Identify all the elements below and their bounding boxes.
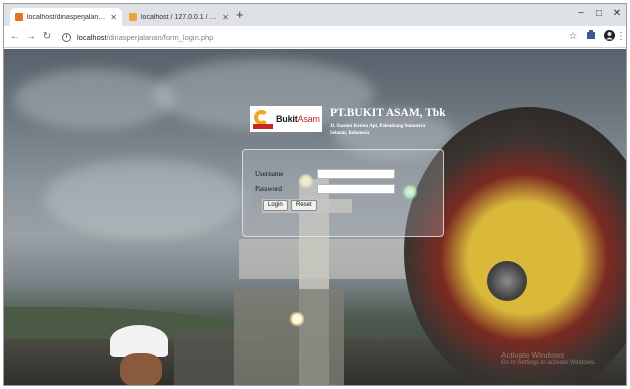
cloud <box>14 69 174 129</box>
bukit-asam-logo-icon <box>253 109 273 129</box>
excavator-body <box>239 239 409 279</box>
bukit-asam-logo: BukitAsam <box>250 106 322 132</box>
username-field[interactable] <box>317 169 395 179</box>
address-bar[interactable]: i localhost/dinasperjalanan/form_login.p… <box>62 29 564 45</box>
tab-strip: localhost/dinasperjalanan/form_ ✕ localh… <box>4 4 626 26</box>
activate-windows-watermark: Activate Windows Go to Settings to activ… <box>501 351 596 366</box>
login-button[interactable]: Login <box>263 200 288 211</box>
page-viewport: BukitAsam PT.BUKIT ASAM, Tbk Jl. Stasiun… <box>4 49 626 385</box>
star-icon[interactable]: ☆ <box>566 30 580 44</box>
bucket-wheel-hub <box>487 261 527 301</box>
watermark-subtitle: Go to Settings to activate Windows. <box>501 360 596 366</box>
url-host: localhost <box>77 32 107 42</box>
close-icon[interactable]: ✕ <box>222 13 229 22</box>
minimize-button[interactable]: − <box>572 7 590 21</box>
username-label: Username <box>255 170 284 178</box>
light-glow <box>289 311 305 327</box>
company-address: Jl. Stasiun Kereta Api, Palembang Sumate… <box>330 124 426 136</box>
watermark-title: Activate Windows <box>501 351 565 360</box>
reset-button[interactable]: Reset <box>291 200 317 211</box>
info-icon[interactable]: i <box>62 32 71 42</box>
tab-title: localhost / 127.0.0.1 / suratpdi <box>141 13 218 21</box>
company-name: PT.BUKIT ASAM, Tbk <box>330 107 446 119</box>
cloud <box>44 159 244 239</box>
tab-phpmyadmin[interactable]: localhost / 127.0.0.1 / suratpdi ✕ <box>124 8 234 26</box>
conveyor <box>174 329 234 385</box>
tab-form-login[interactable]: localhost/dinasperjalanan/form_ ✕ <box>10 8 122 26</box>
menu-icon[interactable]: ⋮ <box>616 30 626 44</box>
profile-icon[interactable] <box>602 30 616 44</box>
favicon-icon <box>129 13 137 21</box>
password-label: Password <box>255 185 282 193</box>
maximize-button[interactable]: □ <box>590 7 608 21</box>
reload-icon[interactable]: ↻ <box>40 30 54 44</box>
password-field[interactable] <box>317 184 395 194</box>
new-tab-button[interactable]: + <box>236 8 244 22</box>
worker-face <box>120 353 162 385</box>
browser-toolbar: ← → ↻ i localhost/dinasperjalanan/form_l… <box>4 26 626 48</box>
excavator-base <box>234 289 344 385</box>
logo-wordmark: BukitAsam <box>276 114 320 124</box>
back-arrow-icon[interactable]: ← <box>8 30 22 44</box>
close-window-button[interactable]: ✕ <box>608 7 626 21</box>
url-path: /dinasperjalanan/form_login.php <box>106 32 214 42</box>
login-panel: Username Password Login Reset <box>242 149 444 237</box>
close-icon[interactable]: ✕ <box>110 13 117 22</box>
extension-icon[interactable] <box>584 30 598 44</box>
worker-figure <box>110 325 170 385</box>
browser-window: localhost/dinasperjalanan/form_ ✕ localh… <box>3 3 627 386</box>
tab-title: localhost/dinasperjalanan/form_ <box>27 13 106 21</box>
forward-arrow-icon[interactable]: → <box>24 30 38 44</box>
favicon-icon <box>15 13 23 21</box>
